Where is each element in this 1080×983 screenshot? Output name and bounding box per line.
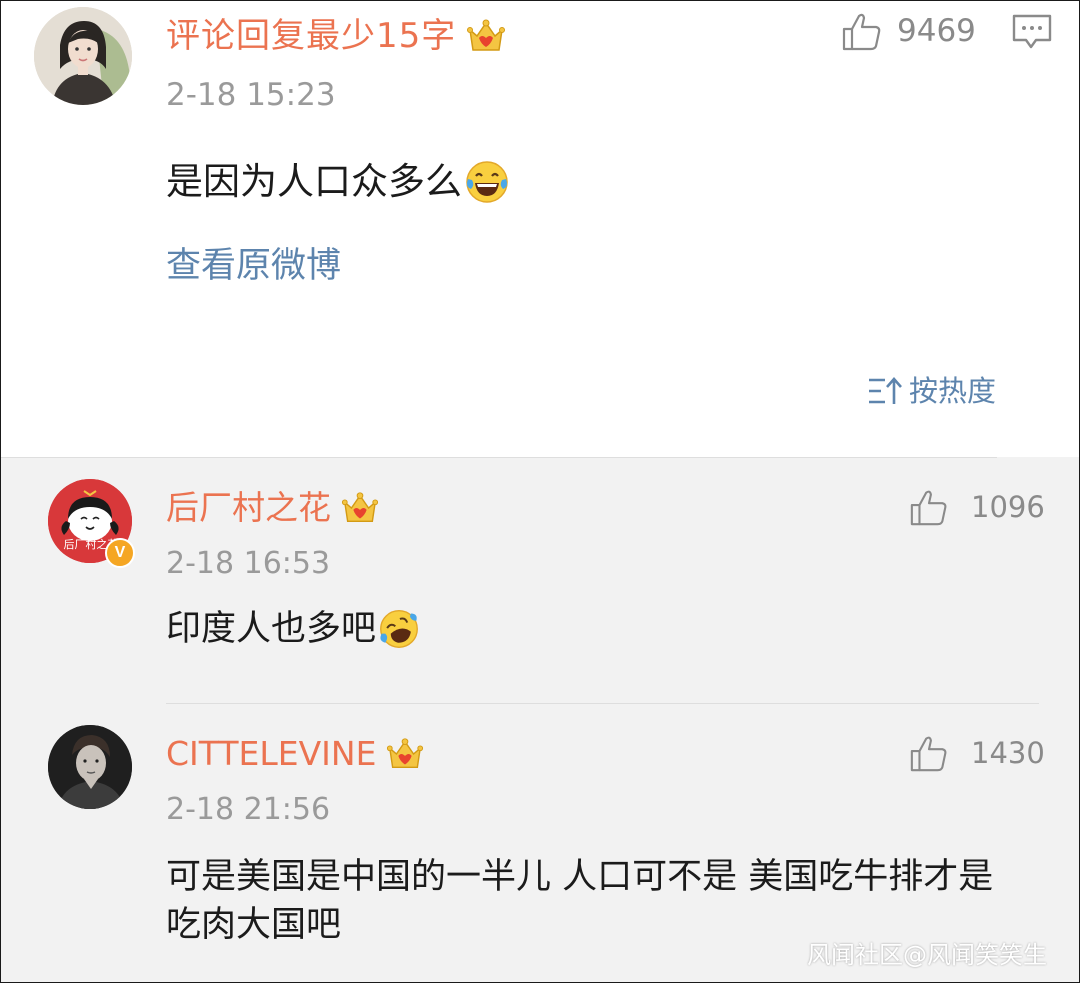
reply-time: 2-18 21:56 — [166, 792, 331, 827]
sort-icon — [869, 377, 902, 404]
main-comment: 评论回复最少15字 2-18 15:23 9469 是因为人口众多么 查看原微博… — [1, 1, 1079, 457]
reply-like-count: 1430 — [971, 736, 1045, 770]
sort-label: 按热度 — [909, 374, 997, 408]
thumbs-up-icon — [842, 13, 881, 51]
reply-like-button[interactable]: 1430 — [909, 733, 1045, 773]
reply-like-button[interactable]: 1096 — [909, 487, 1045, 527]
main-comment-like-button[interactable]: 9469 — [841, 9, 976, 53]
crown-vip-icon — [467, 19, 506, 51]
reply-username[interactable]: 后厂村之花 — [166, 485, 331, 531]
reply-avatar[interactable] — [48, 725, 132, 809]
woman-avatar-image — [34, 7, 132, 105]
reply-username[interactable]: CITTELEVINE — [166, 731, 376, 777]
crown-vip-icon — [387, 738, 424, 769]
reply-time: 2-18 16:53 — [166, 546, 331, 581]
reply-list: 后厂村之花 V 后厂村之花 2-18 16:53 1096 印度人也多吧 CIT… — [1, 457, 1079, 982]
main-comment-time: 2-18 15:23 — [166, 77, 336, 113]
thumbs-up-icon — [910, 736, 947, 772]
main-comment-like-count: 9469 — [897, 13, 976, 49]
comment-detail-screen: 评论回复最少15字 2-18 15:23 9469 是因为人口众多么 查看原微博… — [0, 0, 1080, 983]
main-comment-username[interactable]: 评论回复最少15字 — [166, 11, 456, 61]
reply-text-content: 印度人也多吧 — [166, 609, 377, 649]
reply-user-row: 后厂村之花 — [166, 485, 379, 531]
view-original-post-link[interactable]: 查看原微博 — [166, 241, 341, 291]
rolling-laugh-icon — [380, 610, 418, 648]
laugh-tears-icon — [466, 161, 508, 203]
main-comment-user-row: 评论回复最少15字 — [166, 11, 506, 61]
verified-badge-icon: V — [105, 538, 135, 568]
main-comment-avatar[interactable] — [34, 7, 132, 105]
thumbs-up-icon — [910, 490, 947, 526]
reply-like-count: 1096 — [971, 490, 1045, 524]
sort-by-popularity-button[interactable]: 按热度 — [867, 371, 996, 411]
reply-text: 可是美国是中国的一半儿 人口可不是 美国吃牛排才是吃肉大国吧 — [166, 857, 994, 945]
reply-item: 后厂村之花 V 后厂村之花 2-18 16:53 1096 印度人也多吧 — [1, 457, 1079, 702]
main-comment-text: 是因为人口众多么 — [166, 156, 510, 208]
watermark: 风闻社区@风闻笑笑生 — [807, 941, 1047, 969]
crown-vip-icon — [341, 492, 379, 523]
reply-comment-icon[interactable] — [1011, 13, 1053, 51]
man-avatar-image — [48, 725, 132, 809]
main-comment-text-content: 是因为人口众多么 — [166, 160, 462, 203]
reply-text: 印度人也多吧 — [166, 605, 1046, 653]
reply-user-row: CITTELEVINE — [166, 731, 424, 777]
